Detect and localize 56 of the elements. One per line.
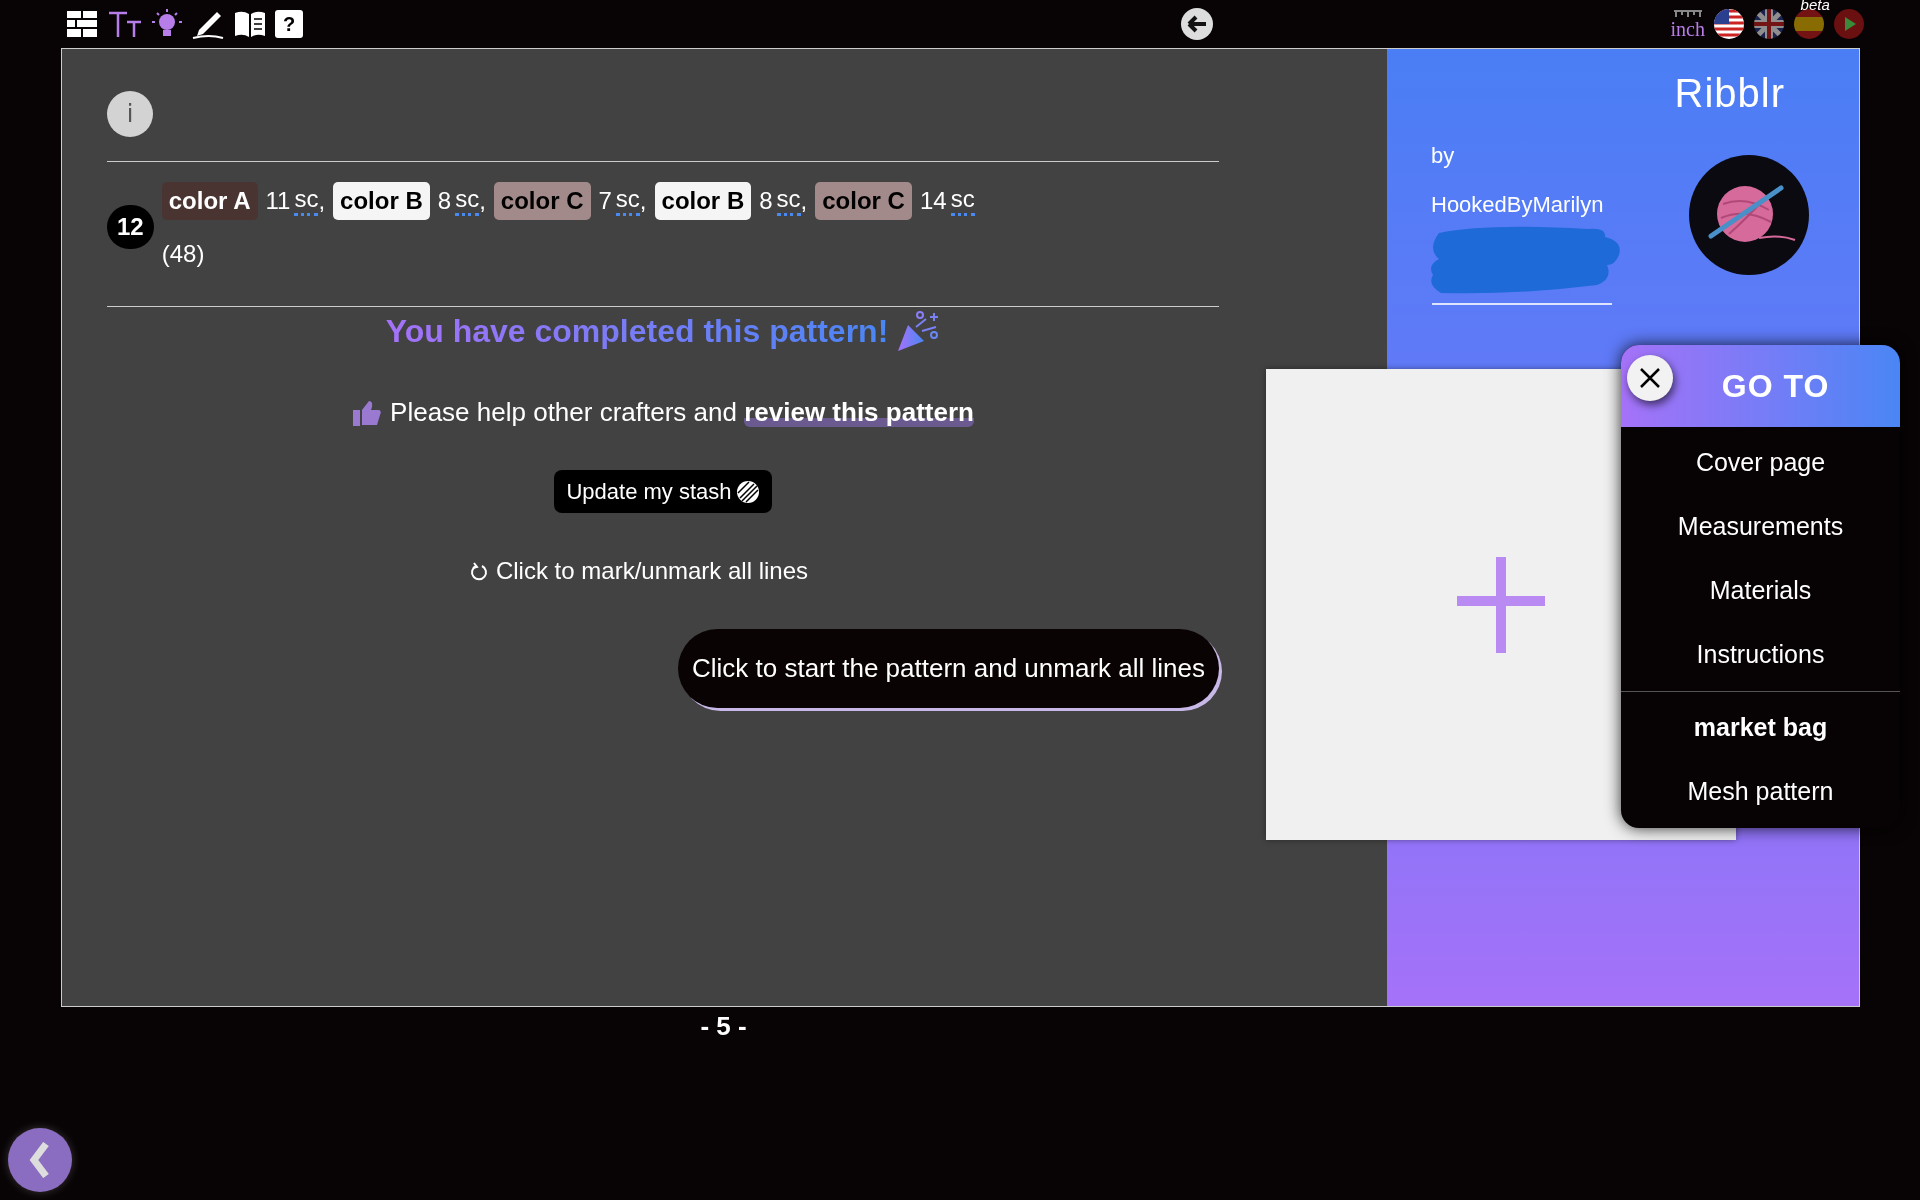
close-icon xyxy=(1639,367,1661,389)
menu-item[interactable]: Materials xyxy=(1621,559,1900,623)
stitch-count: 7 xyxy=(598,186,612,216)
menu-title: GO TO xyxy=(1721,367,1830,406)
unit-label[interactable]: inch xyxy=(1670,19,1705,39)
menu-item[interactable]: Measurements xyxy=(1621,495,1900,559)
color-tag: color B xyxy=(333,182,430,220)
help-button[interactable]: ? xyxy=(275,10,303,38)
us-flag-icon[interactable] xyxy=(1713,8,1745,40)
stitch-count: 14 xyxy=(919,186,947,216)
stitch-total: (48) xyxy=(161,239,206,269)
separator: , xyxy=(479,186,486,216)
stitch-count: 8 xyxy=(437,186,452,216)
review-prompt: Please help other crafters and review this pattern xyxy=(390,396,974,429)
logo: Ribblr xyxy=(1674,70,1785,117)
stitch-abbreviation[interactable]: sc xyxy=(950,186,975,216)
close-button[interactable] xyxy=(1627,355,1673,401)
byline: by xyxy=(1431,142,1456,170)
book-icon[interactable] xyxy=(233,9,267,39)
thumbs-up-icon xyxy=(352,398,383,427)
color-tag: color B xyxy=(654,182,752,220)
stitch-abbreviation[interactable]: sc xyxy=(776,186,801,216)
plus-icon xyxy=(1455,554,1547,655)
menu-item[interactable]: Instructions xyxy=(1621,623,1900,687)
separator: , xyxy=(800,186,808,216)
spain-flag-icon[interactable] xyxy=(1793,8,1825,40)
bricks-icon[interactable] xyxy=(65,9,99,39)
row-number: 12 xyxy=(107,205,154,249)
color-tag: color C xyxy=(815,182,912,220)
start-pattern-button[interactable]: Click to start the pattern and unmark all lines xyxy=(677,629,1219,708)
party-popper-icon xyxy=(896,309,941,353)
ruler-icon xyxy=(1672,9,1703,19)
stitch-count: 8 xyxy=(759,186,773,216)
author-name[interactable]: HookedByMarilyn xyxy=(1431,188,1647,221)
stitch-count: 11 xyxy=(265,186,291,216)
mark-all-link[interactable]: Click to mark/unmark all lines xyxy=(495,553,809,589)
page-number: - 5 - xyxy=(699,1010,748,1043)
update-stash-button[interactable]: Update my stash xyxy=(554,470,772,513)
previous-page-button[interactable] xyxy=(8,1128,72,1192)
info-button[interactable]: i xyxy=(107,91,153,137)
menu-item[interactable]: Cover page xyxy=(1621,431,1900,495)
stitch-abbreviation[interactable]: sc xyxy=(294,186,319,216)
play-icon[interactable] xyxy=(1833,8,1865,40)
menu-item[interactable]: Mesh pattern xyxy=(1621,760,1900,824)
text-size-icon[interactable] xyxy=(107,9,143,39)
chevron-left-icon xyxy=(28,1142,52,1178)
yarn-ball-icon xyxy=(735,479,760,504)
separator: , xyxy=(639,186,647,216)
color-tag: color A xyxy=(161,182,258,220)
menu-heading[interactable]: market bag xyxy=(1621,696,1900,760)
separator: , xyxy=(318,186,326,216)
stitch-abbreviation[interactable]: sc xyxy=(615,186,640,216)
color-tag: color C xyxy=(493,182,591,220)
uk-flag-icon[interactable] xyxy=(1753,8,1785,40)
refresh-icon[interactable] xyxy=(469,561,488,581)
stitch-abbreviation[interactable]: sc xyxy=(455,186,480,216)
